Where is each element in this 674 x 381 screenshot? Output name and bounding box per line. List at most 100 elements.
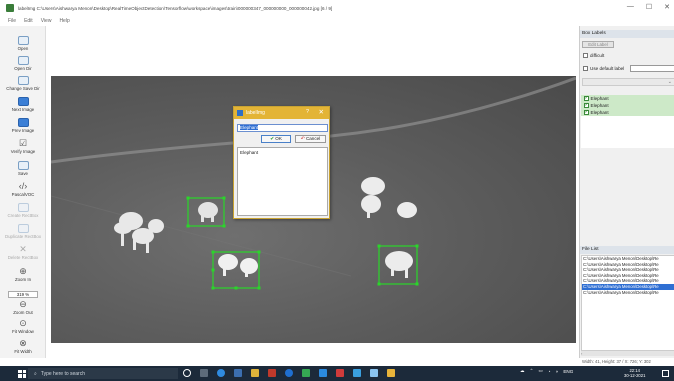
verify-check-icon: ☑ xyxy=(18,138,28,148)
menu-edit[interactable]: Edit xyxy=(24,18,33,24)
zoom-in-button[interactable]: ⊕ Zoom In xyxy=(0,267,46,283)
close-window-button[interactable]: ✕ xyxy=(664,3,670,11)
cloud-icon[interactable]: ☁ xyxy=(520,368,525,374)
network-icon[interactable]: ◔ xyxy=(548,369,551,374)
language-indicator[interactable]: ENG xyxy=(563,369,573,374)
app-red2-icon[interactable] xyxy=(336,369,344,377)
label-input-text: Elephant xyxy=(240,125,259,130)
file-list-title: File List xyxy=(580,246,674,254)
task-view-icon[interactable] xyxy=(200,369,208,377)
zoom-value[interactable]: 319 % xyxy=(8,291,38,298)
dialog-help-button[interactable]: ? xyxy=(306,109,309,115)
use-default-label-checkbox[interactable]: Use default label xyxy=(583,66,624,71)
next-arrow-icon xyxy=(17,97,29,106)
clock[interactable]: 22:14 30-12-2021 xyxy=(624,368,645,378)
open-dir-button[interactable]: Open Dir xyxy=(0,56,46,71)
battery-icon[interactable]: ▭ xyxy=(538,368,542,374)
cancel-button[interactable]: ↶ Cancel xyxy=(295,135,326,143)
menu-view[interactable]: View xyxy=(41,18,52,24)
chrome-icon[interactable] xyxy=(285,369,293,377)
vscode-icon[interactable] xyxy=(353,369,361,377)
dialog-close-button[interactable]: ✕ xyxy=(319,108,324,116)
maximize-button[interactable]: ☐ xyxy=(646,3,652,11)
fit-window-button[interactable]: ⊙ Fit Window xyxy=(0,318,46,335)
next-image-button[interactable]: Next Image xyxy=(0,97,46,112)
right-panel: Box Labels Edit Label difficult Use defa… xyxy=(579,26,674,358)
menu-help[interactable]: Help xyxy=(59,18,69,24)
menu-bar: File Edit View Help xyxy=(0,16,674,26)
list-item[interactable]: Elephant xyxy=(238,148,327,157)
open-file-icon xyxy=(17,36,29,45)
delete-rectbox-button[interactable]: ✕ Delete RectBox xyxy=(0,245,46,261)
label-input[interactable]: Elephant xyxy=(237,124,328,132)
search-placeholder: Type here to search xyxy=(40,370,86,377)
zoom-out-button[interactable]: ⊖ Zoom Out xyxy=(0,299,46,316)
list-item[interactable]: Elephant xyxy=(581,102,674,109)
elephant-herd-left xyxy=(114,212,164,253)
file-explorer-icon[interactable] xyxy=(251,369,259,377)
difficult-checkbox[interactable]: difficult xyxy=(583,53,604,58)
cancel-icon: ↶ xyxy=(300,136,305,142)
edit-label-button[interactable]: Edit Label xyxy=(582,41,614,48)
create-rectbox-button[interactable]: Create RectBox xyxy=(0,203,46,218)
up-arrow-icon[interactable]: ⌃ xyxy=(530,368,534,374)
menu-file[interactable]: File xyxy=(8,18,16,24)
ok-button[interactable]: ✔ OK xyxy=(261,135,291,143)
box-label-list: Elephant Elephant Elephant xyxy=(581,95,674,148)
scroll-left-icon: ‹ xyxy=(581,351,583,356)
checked-icon xyxy=(584,102,589,108)
list-item[interactable]: Elephant xyxy=(581,95,674,102)
left-toolbar: Open Open Dir Change Save Dir Next Image… xyxy=(0,26,46,358)
verify-image-button[interactable]: ☑ Verify Image xyxy=(0,138,46,155)
elephant-herd-right xyxy=(361,177,417,278)
taskbar-search[interactable]: ⌕ Type here to search xyxy=(28,368,178,379)
label-combo[interactable]: ⌄ xyxy=(582,78,674,86)
window-controls: — ☐ ✕ xyxy=(627,3,670,11)
system-tray: ☁ ⌃ ▭ ◔ ◗ ENG xyxy=(520,368,573,374)
search-icon: ⌕ xyxy=(34,370,37,377)
file-list-scrollbar[interactable]: ‹ xyxy=(581,351,674,356)
checked-icon xyxy=(584,95,589,101)
file-list: C:\Users\Aishwarya Menon\Desktop\Re C:\U… xyxy=(581,255,674,351)
chevron-down-icon: ⌄ xyxy=(667,79,672,85)
save-icon xyxy=(17,161,29,170)
cortana-icon[interactable] xyxy=(183,369,191,377)
duplicate-rectbox-button[interactable]: Duplicate RectBox xyxy=(0,224,46,239)
format-button[interactable]: ‹/› PascalVOC xyxy=(0,181,46,198)
edge-icon[interactable] xyxy=(217,369,225,377)
app-red-icon[interactable] xyxy=(268,369,276,377)
app-blue-icon[interactable] xyxy=(370,369,378,377)
duplicate-icon xyxy=(17,224,29,233)
list-item[interactable]: Elephant xyxy=(581,109,674,116)
box-labels-title: Box Labels xyxy=(580,30,674,38)
volume-icon[interactable]: ◗ xyxy=(556,369,559,374)
mail-icon[interactable] xyxy=(319,369,327,377)
minimize-button[interactable]: — xyxy=(627,3,634,11)
notification-icon[interactable] xyxy=(662,370,669,377)
format-icon: ‹/› xyxy=(18,181,28,191)
prev-arrow-icon xyxy=(17,118,29,127)
ok-label: OK xyxy=(275,136,282,141)
taskbar: ⌕ Type here to search ☁ ⌃ ▭ ◔ ◗ ENG 22:1… xyxy=(0,366,674,381)
title-bar: labelImg C:\Users\Aishwarya Menon\Deskto… xyxy=(0,0,674,16)
cancel-label: Cancel xyxy=(305,136,321,141)
default-label-input[interactable] xyxy=(630,65,674,72)
prev-image-button[interactable]: Prev Image xyxy=(0,118,46,133)
checked-icon xyxy=(584,109,589,115)
save-button[interactable]: Save xyxy=(0,161,46,176)
check-icon: ✔ xyxy=(270,136,275,142)
zoom-out-icon: ⊖ xyxy=(19,299,27,309)
change-save-dir-button[interactable]: Change Save Dir xyxy=(0,76,46,91)
app-green-icon[interactable] xyxy=(302,369,310,377)
fit-width-button[interactable]: ⊗ Fit Width xyxy=(0,339,46,355)
dialog-title-bar: labelImg xyxy=(234,107,329,119)
create-rect-icon xyxy=(17,203,29,212)
labelimg-taskbar-icon[interactable] xyxy=(387,369,395,377)
store-icon[interactable] xyxy=(234,369,242,377)
list-item[interactable]: C:\Users\Aishwarya Menon\Desktop\Re xyxy=(582,290,674,296)
status-bar: Width: 41, Height: 37 / X: 726; Y: 302 xyxy=(582,359,651,364)
fit-window-icon: ⊙ xyxy=(19,318,27,328)
labelimg-app-icon xyxy=(6,4,14,12)
open-button[interactable]: Open xyxy=(0,36,46,51)
windows-start-icon[interactable] xyxy=(18,369,26,378)
